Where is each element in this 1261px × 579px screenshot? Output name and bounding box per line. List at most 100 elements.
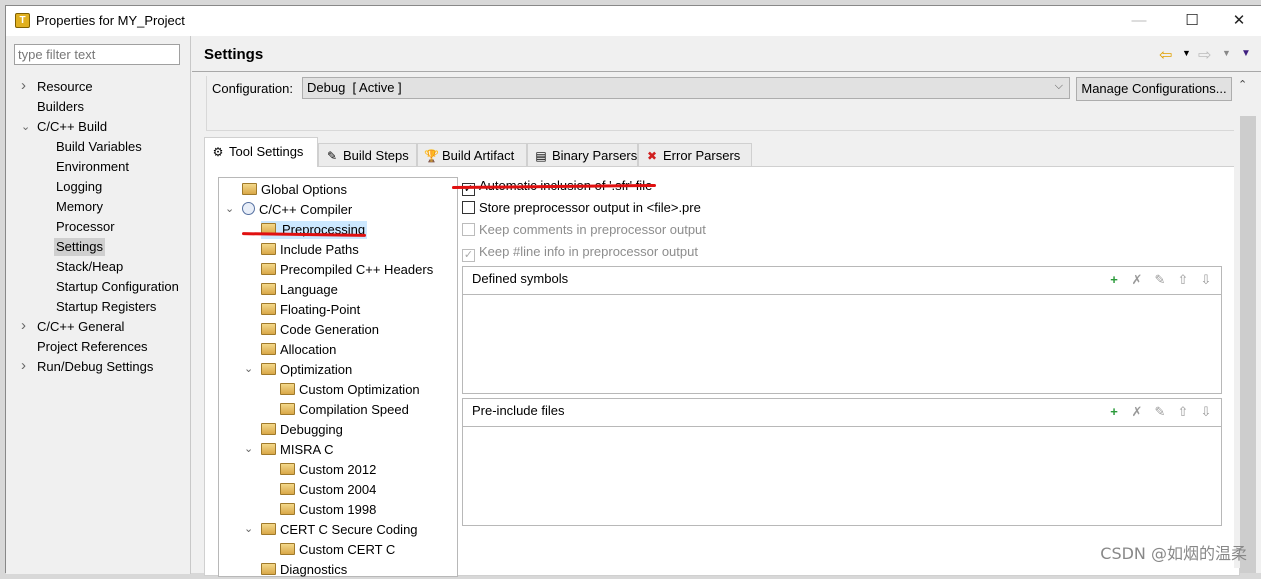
tree-item-label: Custom 2012 [299,462,377,477]
watermark: CSDN @如烟的温柔 [1100,544,1247,563]
tree-item-c-c-compiler[interactable]: C/C++ Compiler [242,201,352,219]
tree-item-debugging[interactable]: Debugging [261,421,343,439]
option-label: Keep #line info in preprocessor output [479,244,698,259]
tab-build-artifact[interactable]: 🏆 Build Artifact [417,143,527,167]
nav-item-processor[interactable]: Processor [54,218,117,236]
add-icon[interactable]: + [1105,404,1123,419]
tree-item-diagnostics[interactable]: Diagnostics [261,561,347,579]
tree-item-label: Allocation [280,342,337,357]
move-down-icon[interactable]: ⇩ [1197,272,1215,288]
nav-item-startup-registers[interactable]: Startup Registers [54,298,158,316]
nav-item-environment[interactable]: Environment [54,158,131,176]
tree-item-cert-c-secure-coding[interactable]: CERT C Secure Coding [261,521,418,539]
folder-settings-icon [280,543,295,555]
folder-settings-icon [261,343,276,355]
tree-item-language[interactable]: Language [261,281,338,299]
chevron-right-icon[interactable]: › [21,77,26,94]
nav-item-logging[interactable]: Logging [54,178,104,196]
delete-icon[interactable]: ✗ [1128,272,1146,288]
tab-tool-settings[interactable]: ⚙ Tool Settings [204,137,318,167]
tree-item-precompiled-c-headers[interactable]: Precompiled C++ Headers [261,261,433,279]
tree-item-optimization[interactable]: Optimization [261,361,352,379]
edit-icon[interactable]: ✎ [1151,272,1169,288]
tree-item-allocation[interactable]: Allocation [261,341,336,359]
folder-settings-icon [280,463,295,475]
tree-item-custom-optimization[interactable]: Custom Optimization [280,381,420,399]
tree-item-floating-point[interactable]: Floating-Point [261,301,360,319]
chevron-down-icon[interactable]: ⌄ [244,522,253,535]
tree-item-code-generation[interactable]: Code Generation [261,321,379,339]
nav-item-startup-configuration[interactable]: Startup Configuration [54,278,181,296]
build-steps-icon: ✎ [326,149,338,163]
tree-item-include-paths[interactable]: Include Paths [261,241,359,259]
add-icon[interactable]: + [1105,272,1123,287]
tree-item-custom-1998[interactable]: Custom 1998 [280,501,376,519]
folder-settings-icon [280,403,295,415]
tree-item-label: Custom 1998 [299,502,377,517]
chevron-down-icon[interactable]: ⌄ [244,362,253,375]
chevron-right-icon[interactable]: › [21,357,26,374]
configuration-value: Debug [ Active ] [307,80,402,95]
tree-item-compilation-speed[interactable]: Compilation Speed [280,401,409,419]
group-title: Defined symbols [472,271,569,286]
checkbox[interactable] [462,201,475,214]
chevron-right-icon[interactable]: › [21,317,26,334]
maximize-button[interactable]: ☐ [1169,6,1215,36]
scroll-up-icon[interactable]: ⌃ [1238,78,1247,91]
tree-item-label: CERT C Secure Coding [280,522,418,537]
error-icon: ✖ [646,149,658,163]
nav-item-project-references[interactable]: Project References [35,338,150,356]
tree-item-label: Code Generation [280,322,380,337]
nav-item-build-variables[interactable]: Build Variables [54,138,144,156]
close-button[interactable]: ✕ [1216,6,1261,36]
nav-item-builders[interactable]: Builders [35,98,86,116]
filter-input[interactable] [14,44,180,65]
nav-item-c-c-build[interactable]: C/C++ Build [35,118,109,136]
tree-item-label: MISRA C [280,442,334,457]
move-down-icon[interactable]: ⇩ [1197,404,1215,420]
view-menu-icon[interactable]: ▼ [1241,48,1251,59]
tree-item-misra-c[interactable]: MISRA C [261,441,333,459]
move-up-icon[interactable]: ⇧ [1174,272,1192,288]
nav-item-memory[interactable]: Memory [54,198,105,216]
nav-item-resource[interactable]: Resource [35,78,95,96]
folder-settings-icon [242,183,257,195]
tree-item-custom-2004[interactable]: Custom 2004 [280,481,376,499]
configuration-select[interactable]: Debug [ Active ] ⌵ [302,77,1070,99]
forward-icon[interactable]: ⇨ [1198,45,1211,65]
chevron-down-icon[interactable]: ⌄ [244,442,253,455]
move-up-icon[interactable]: ⇧ [1174,404,1192,420]
tree-item-label: Custom 2004 [299,482,377,497]
properties-dialog: T Properties for MY_Project — ☐ ✕ › Resou… [5,5,1261,577]
nav-item-c-c-general[interactable]: C/C++ General [35,318,126,336]
pre-include-files-group: Pre-include files + ✗ ✎ ⇧ ⇩ [462,398,1222,526]
tree-item-custom-cert-c[interactable]: Custom CERT C [280,541,395,559]
nav-item-stack-heap[interactable]: Stack/Heap [54,258,125,276]
trophy-icon: 🏆 [424,149,439,163]
option-keep-comments-in-preprocessor-output: Keep comments in preprocessor output [462,221,706,239]
tree-item-label: Diagnostics [280,562,348,577]
delete-icon[interactable]: ✗ [1128,404,1146,420]
forward-menu-icon[interactable]: ▼ [1222,48,1231,58]
back-icon[interactable]: ⇦ [1159,45,1172,65]
chevron-down-icon[interactable]: ⌄ [225,202,234,215]
edit-icon[interactable]: ✎ [1151,404,1169,420]
folder-settings-icon [261,363,276,375]
configuration-label: Configuration: [212,81,293,96]
tree-item-custom-2012[interactable]: Custom 2012 [280,461,376,479]
tree-item-label: C/C++ Compiler [259,202,353,217]
tree-item-global-options[interactable]: Global Options [242,181,347,199]
chevron-down-icon[interactable]: ⌄ [21,120,30,133]
option-store-preprocessor-output-in-file-pre[interactable]: Store preprocessor output in <file>.pre [462,199,701,217]
back-menu-icon[interactable]: ▼ [1182,48,1191,58]
tab-error-parsers[interactable]: ✖ Error Parsers [638,143,752,167]
scrollbar-thumb[interactable] [1240,116,1256,573]
tab-binary-parsers[interactable]: ▤ Binary Parsers [527,143,638,167]
nav-item-run-debug-settings[interactable]: Run/Debug Settings [35,358,155,376]
minimize-button[interactable]: — [1116,6,1162,36]
folder-settings-icon [261,563,276,575]
nav-item-settings[interactable]: Settings [54,238,105,256]
window-title: Properties for MY_Project [36,13,185,28]
manage-configurations-button[interactable]: Manage Configurations... [1076,77,1232,101]
tab-build-steps[interactable]: ✎ Build Steps [318,143,417,167]
